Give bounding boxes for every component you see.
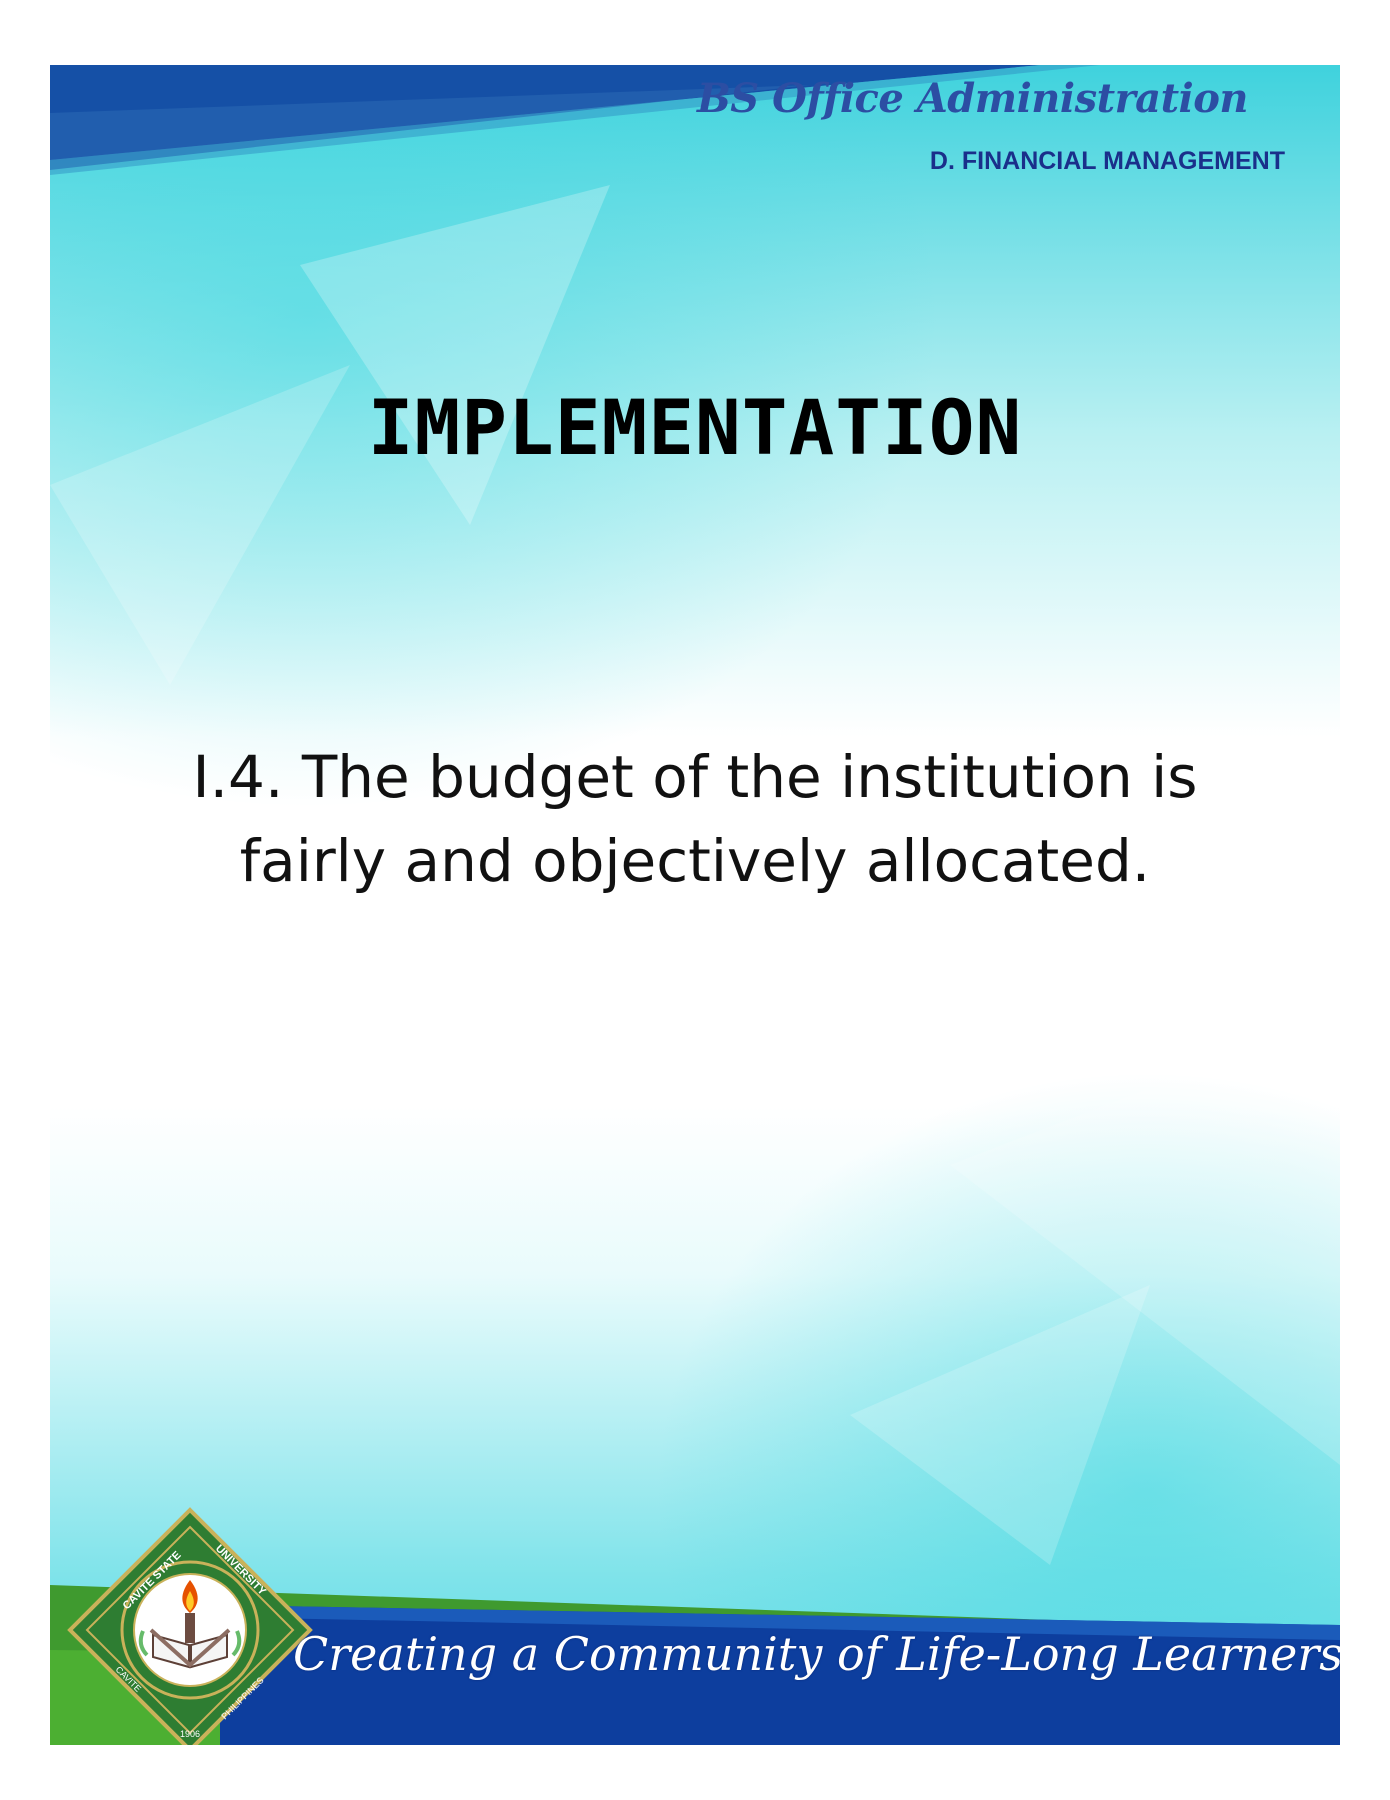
statement-line-2: fairly and objectively allocated. xyxy=(239,827,1151,895)
footer-tagline: Creating a Community of Life-Long Learne… xyxy=(293,1627,1340,1681)
document-page: BS Office Administration D. FINANCIAL MA… xyxy=(50,65,1340,1745)
seal-year: 1906 xyxy=(180,1729,200,1739)
university-seal-logo: CAVITE STATE UNIVERSITY CAVITE PHILIPPIN… xyxy=(67,1507,313,1745)
program-title: BS Office Administration xyxy=(696,75,1249,122)
background-decoration xyxy=(50,65,1340,1745)
statement-line-1: I.4. The budget of the institution is xyxy=(192,743,1198,811)
area-label: D. FINANCIAL MANAGEMENT xyxy=(929,147,1285,175)
section-heading: IMPLEMENTATION xyxy=(367,383,1023,472)
criterion-statement: I.4. The budget of the institution is fa… xyxy=(50,735,1340,903)
